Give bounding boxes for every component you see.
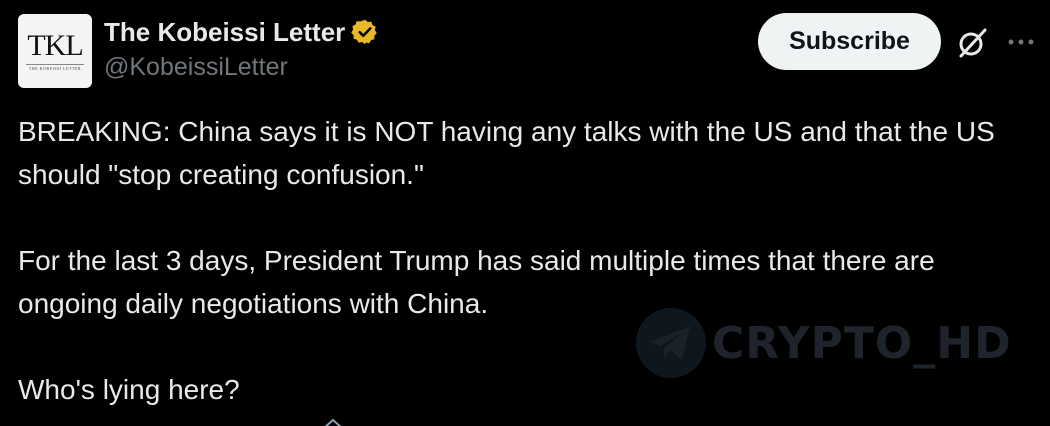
tweet-card: TKL THE KOBEISSI LETTER The Kobeissi Let… [0,0,1050,426]
tweet-text: BREAKING: China says it is NOT having an… [18,110,1028,411]
verified-badge-icon[interactable] [351,18,379,46]
subscribe-button[interactable]: Subscribe [758,13,941,70]
avatar-subtitle: THE KOBEISSI LETTER [28,66,82,71]
avatar[interactable]: TKL THE KOBEISSI LETTER [18,14,92,88]
media-edge-icon [324,418,342,426]
more-icon[interactable] [1006,32,1036,52]
avatar-monogram: TKL [27,29,83,62]
grok-icon[interactable] [955,26,989,60]
avatar-divider [26,64,84,65]
tweet-paragraph: For the last 3 days, President Trump has… [18,245,935,319]
author-display-name[interactable]: The Kobeissi Letter [104,14,345,50]
author-name-row: The Kobeissi Letter [104,14,379,50]
tweet-paragraph: Who's lying here? [18,374,240,405]
author-handle[interactable]: @KobeissiLetter [104,50,288,84]
tweet-paragraph: BREAKING: China says it is NOT having an… [18,116,995,190]
